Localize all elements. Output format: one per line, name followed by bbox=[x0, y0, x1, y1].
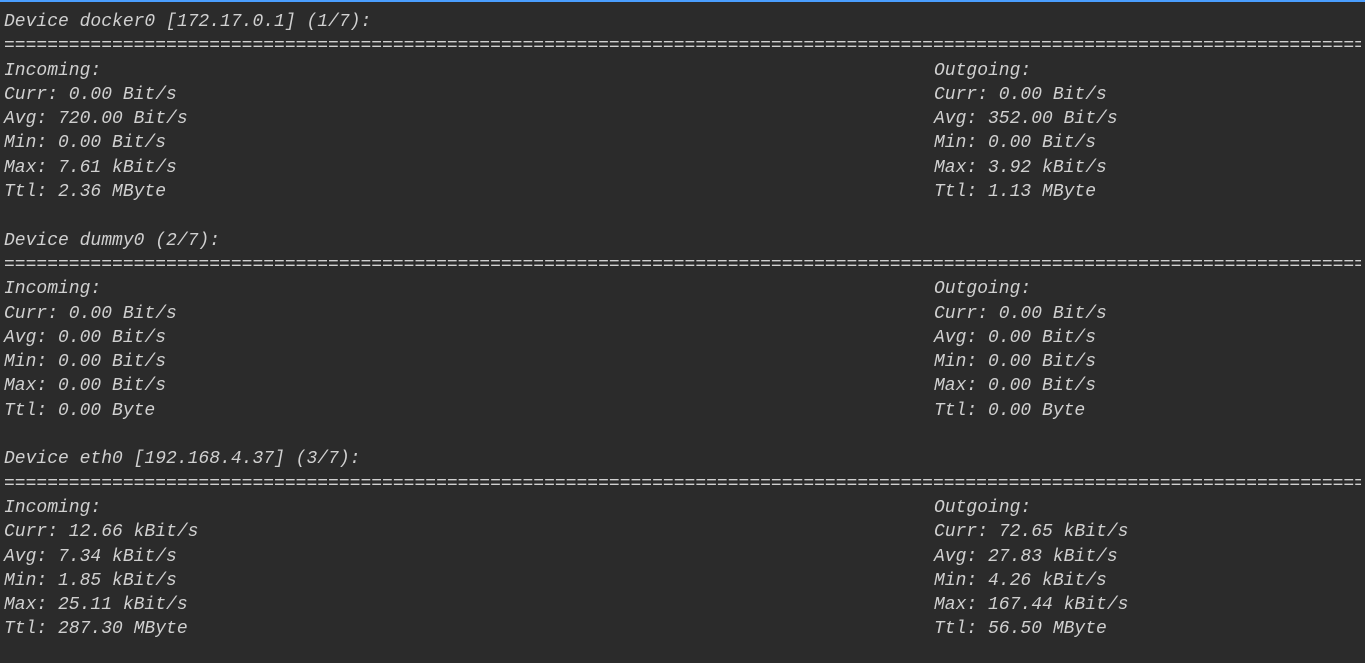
divider-line: ========================================… bbox=[4, 34, 1361, 58]
outgoing-max: Max: 3.92 kBit/s bbox=[934, 156, 1361, 180]
outgoing-min: Min: 0.00 Bit/s bbox=[934, 131, 1361, 155]
stats-row: Ttl: 0.00 Byte Ttl: 0.00 Byte bbox=[4, 399, 1361, 423]
incoming-min: Min: 0.00 Bit/s bbox=[4, 131, 934, 155]
outgoing-title: Outgoing: bbox=[934, 277, 1361, 301]
incoming-title: Incoming: bbox=[4, 496, 934, 520]
incoming-max: Max: 0.00 Bit/s bbox=[4, 374, 934, 398]
stats-row: Min: 0.00 Bit/s Min: 0.00 Bit/s bbox=[4, 131, 1361, 155]
stats-row: Curr: 12.66 kBit/s Curr: 72.65 kBit/s bbox=[4, 520, 1361, 544]
incoming-min: Min: 0.00 Bit/s bbox=[4, 350, 934, 374]
terminal-output: Device docker0 [172.17.0.1] (1/7): =====… bbox=[0, 2, 1365, 646]
outgoing-title: Outgoing: bbox=[934, 59, 1361, 83]
incoming-max: Max: 7.61 kBit/s bbox=[4, 156, 934, 180]
incoming-curr: Curr: 0.00 Bit/s bbox=[4, 83, 934, 107]
device-header: Device dummy0 (2/7): bbox=[4, 229, 1361, 253]
outgoing-ttl: Ttl: 56.50 MByte bbox=[934, 617, 1361, 641]
stats-row: Min: 0.00 Bit/s Min: 0.00 Bit/s bbox=[4, 350, 1361, 374]
outgoing-min: Min: 4.26 kBit/s bbox=[934, 569, 1361, 593]
divider-line: ========================================… bbox=[4, 472, 1361, 496]
stats-row: Incoming: Outgoing: bbox=[4, 496, 1361, 520]
incoming-ttl: Ttl: 2.36 MByte bbox=[4, 180, 934, 204]
blank-line bbox=[4, 423, 1361, 447]
outgoing-ttl: Ttl: 1.13 MByte bbox=[934, 180, 1361, 204]
stats-row: Min: 1.85 kBit/s Min: 4.26 kBit/s bbox=[4, 569, 1361, 593]
outgoing-curr: Curr: 0.00 Bit/s bbox=[934, 83, 1361, 107]
outgoing-title: Outgoing: bbox=[934, 496, 1361, 520]
outgoing-avg: Avg: 0.00 Bit/s bbox=[934, 326, 1361, 350]
outgoing-max: Max: 167.44 kBit/s bbox=[934, 593, 1361, 617]
stats-row: Ttl: 2.36 MByte Ttl: 1.13 MByte bbox=[4, 180, 1361, 204]
stats-row: Max: 7.61 kBit/s Max: 3.92 kBit/s bbox=[4, 156, 1361, 180]
incoming-ttl: Ttl: 287.30 MByte bbox=[4, 617, 934, 641]
stats-row: Avg: 0.00 Bit/s Avg: 0.00 Bit/s bbox=[4, 326, 1361, 350]
outgoing-curr: Curr: 0.00 Bit/s bbox=[934, 302, 1361, 326]
stats-row: Max: 0.00 Bit/s Max: 0.00 Bit/s bbox=[4, 374, 1361, 398]
outgoing-avg: Avg: 352.00 Bit/s bbox=[934, 107, 1361, 131]
incoming-min: Min: 1.85 kBit/s bbox=[4, 569, 934, 593]
incoming-curr: Curr: 0.00 Bit/s bbox=[4, 302, 934, 326]
stats-row: Curr: 0.00 Bit/s Curr: 0.00 Bit/s bbox=[4, 302, 1361, 326]
stats-row: Max: 25.11 kBit/s Max: 167.44 kBit/s bbox=[4, 593, 1361, 617]
outgoing-ttl: Ttl: 0.00 Byte bbox=[934, 399, 1361, 423]
outgoing-max: Max: 0.00 Bit/s bbox=[934, 374, 1361, 398]
incoming-avg: Avg: 0.00 Bit/s bbox=[4, 326, 934, 350]
outgoing-avg: Avg: 27.83 kBit/s bbox=[934, 545, 1361, 569]
incoming-ttl: Ttl: 0.00 Byte bbox=[4, 399, 934, 423]
incoming-title: Incoming: bbox=[4, 59, 934, 83]
stats-row: Ttl: 287.30 MByte Ttl: 56.50 MByte bbox=[4, 617, 1361, 641]
incoming-max: Max: 25.11 kBit/s bbox=[4, 593, 934, 617]
device-header: Device eth0 [192.168.4.37] (3/7): bbox=[4, 447, 1361, 471]
stats-row: Incoming: Outgoing: bbox=[4, 277, 1361, 301]
divider-line: ========================================… bbox=[4, 253, 1361, 277]
blank-line bbox=[4, 204, 1361, 228]
stats-row: Incoming: Outgoing: bbox=[4, 59, 1361, 83]
incoming-avg: Avg: 7.34 kBit/s bbox=[4, 545, 934, 569]
device-header: Device docker0 [172.17.0.1] (1/7): bbox=[4, 10, 1361, 34]
incoming-curr: Curr: 12.66 kBit/s bbox=[4, 520, 934, 544]
stats-row: Curr: 0.00 Bit/s Curr: 0.00 Bit/s bbox=[4, 83, 1361, 107]
outgoing-curr: Curr: 72.65 kBit/s bbox=[934, 520, 1361, 544]
incoming-avg: Avg: 720.00 Bit/s bbox=[4, 107, 934, 131]
stats-row: Avg: 720.00 Bit/s Avg: 352.00 Bit/s bbox=[4, 107, 1361, 131]
outgoing-min: Min: 0.00 Bit/s bbox=[934, 350, 1361, 374]
incoming-title: Incoming: bbox=[4, 277, 934, 301]
stats-row: Avg: 7.34 kBit/s Avg: 27.83 kBit/s bbox=[4, 545, 1361, 569]
